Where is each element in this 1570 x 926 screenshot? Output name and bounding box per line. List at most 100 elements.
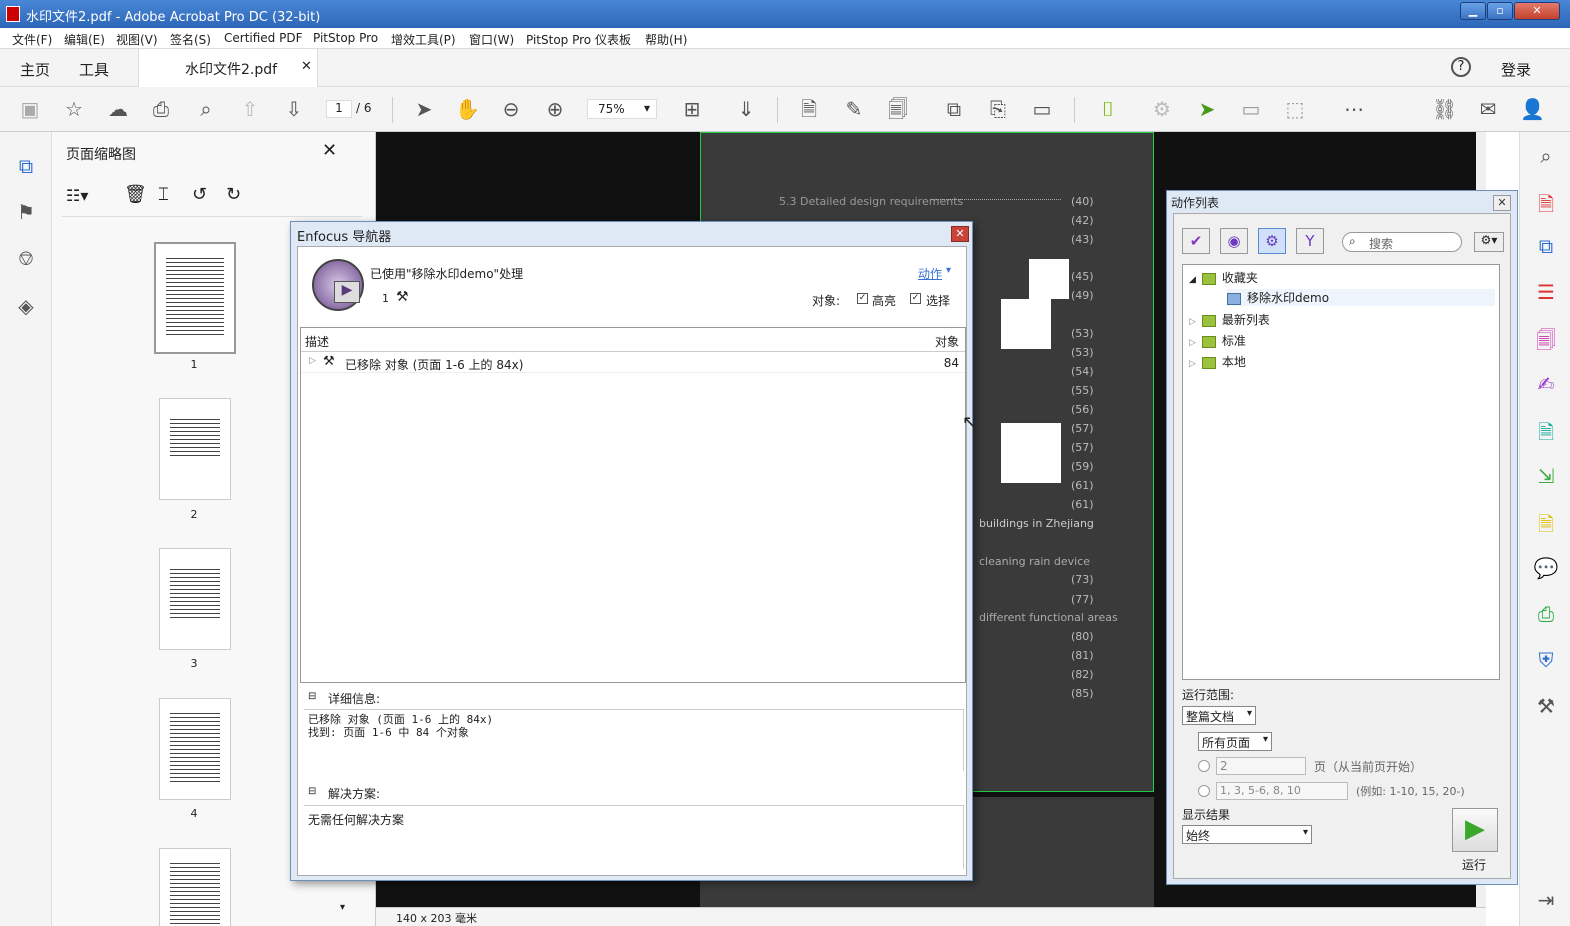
prev-page-icon[interactable]: ⇧ [238, 97, 262, 121]
menu-file[interactable]: 文件(F) [12, 31, 52, 48]
compress-icon[interactable]: ⇲ [1533, 464, 1559, 490]
collapse-pane-icon[interactable]: ⇥ [1533, 888, 1559, 914]
save-icon[interactable]: ▣ [18, 97, 42, 121]
crop-icon[interactable]: ⌶ [158, 184, 169, 205]
zoom-in-icon[interactable]: ⊕ [543, 97, 567, 121]
combine-files-icon[interactable]: ⧉ [1533, 234, 1559, 260]
page-thumbnail[interactable] [159, 398, 231, 500]
result-select[interactable]: 始终 [1182, 825, 1312, 844]
layers-icon[interactable]: ◈ [14, 294, 38, 318]
dialog-close-button[interactable]: ✕ [951, 226, 969, 242]
create-pdf-icon[interactable]: 🗎 [1533, 190, 1559, 216]
search-input[interactable]: ⌕ 搜索 [1342, 232, 1462, 252]
bookmarks-icon[interactable]: ⚑ [14, 200, 38, 224]
filter-icon[interactable]: Y [1296, 228, 1324, 254]
collapse-icon[interactable]: ⊟ [308, 691, 316, 702]
measure-icon[interactable]: ▭ [1030, 97, 1054, 121]
rotate-left-icon[interactable]: ↺ [192, 184, 207, 205]
page-fit-icon[interactable]: ⊞ [680, 97, 704, 121]
print-production-icon[interactable]: ⎘ [986, 97, 1010, 121]
email-icon[interactable]: ✉ [1476, 97, 1500, 121]
organize-pages-icon[interactable]: ☰ [1533, 280, 1559, 306]
dashed-rectangle-icon[interactable]: ⬚ [1283, 97, 1307, 121]
print-icon[interactable]: ⎙ [149, 97, 173, 121]
menu-pitstop-dashboard[interactable]: PitStop Pro 仪表板 [526, 31, 631, 48]
page-thumbnail[interactable] [159, 548, 231, 650]
protect-icon[interactable]: ⛨ [1533, 648, 1559, 674]
page-count-input[interactable]: 2 [1216, 757, 1306, 775]
upload-cloud-icon[interactable]: ☁ [106, 97, 130, 121]
export-pdf-icon[interactable]: 🗎 [1533, 418, 1559, 444]
expand-icon[interactable]: ▷ [309, 356, 316, 366]
table-row[interactable]: ▷ ⚒ 已移除 对象 (页面 1-6 上的 84x) 84 [301, 353, 965, 373]
page-range-radio[interactable] [1198, 785, 1210, 797]
pitstop-settings-icon[interactable]: ⚙ [1150, 97, 1174, 121]
page-number-input[interactable]: 1 [326, 100, 352, 118]
search-icon[interactable]: ⌕ [1533, 144, 1559, 170]
settings-menu-icon[interactable]: ⚙▾ [1474, 232, 1504, 252]
maximize-button[interactable]: ▫ [1487, 2, 1513, 20]
tree-folder-local[interactable]: ▷ 本地 [1189, 353, 1246, 370]
menu-view[interactable]: 视图(V) [116, 31, 158, 48]
scroll-down-icon[interactable]: ▾ [340, 902, 345, 913]
options-icon[interactable]: ☷▾ [66, 186, 88, 205]
close-tab-icon[interactable]: ✕ [301, 59, 312, 74]
menu-pitstop-pro[interactable]: PitStop Pro [313, 31, 378, 45]
menu-certified-pdf[interactable]: Certified PDF [224, 31, 303, 45]
tab-document[interactable]: 水印文件2.pdf ✕ [138, 49, 318, 87]
export-pdf-icon[interactable]: 🗐 [886, 97, 910, 121]
tab-tools[interactable]: 工具 [79, 59, 109, 80]
search-icon[interactable]: ⌕ [194, 97, 218, 121]
scope-select[interactable]: 整篇文档 [1182, 706, 1256, 725]
tree-folder-recent[interactable]: ▷ 最新列表 [1189, 311, 1270, 328]
gear-icon[interactable]: ⚙ [1258, 228, 1286, 254]
menu-edit[interactable]: 编辑(E) [64, 31, 105, 48]
tree-item-remove-watermark[interactable]: 移除水印demo [1227, 289, 1495, 306]
scroll-mode-icon[interactable]: ⇓ [734, 97, 758, 121]
fill-sign-icon[interactable]: ✍ [1533, 372, 1559, 398]
tree-folder-favorites[interactable]: ◢ 收藏夹 [1189, 269, 1258, 286]
send-review-icon[interactable]: 🗎 [1533, 510, 1559, 536]
next-page-icon[interactable]: ⇩ [282, 97, 306, 121]
organize-pages-icon[interactable]: ⧉ [942, 97, 966, 121]
select-pointer-icon[interactable]: ➤ [412, 97, 436, 121]
attachments-icon[interactable]: ⎊ [14, 246, 38, 270]
create-pdf-icon[interactable]: 🗎 [797, 97, 821, 121]
comment-icon[interactable]: 💬 [1533, 556, 1559, 582]
more-icon[interactable]: ⋯ [1342, 97, 1366, 121]
rectangle-icon[interactable]: ▭ [1239, 97, 1263, 121]
hand-tool-icon[interactable]: ✋ [455, 97, 480, 121]
tree-folder-standard[interactable]: ▷ 标准 [1189, 332, 1246, 349]
select-checkbox[interactable]: ✓ [910, 293, 921, 304]
edit-pdf-icon[interactable]: ✎ [842, 97, 866, 121]
highlight-checkbox[interactable]: ✓ [857, 293, 868, 304]
close-panel-icon[interactable]: ✕ [322, 140, 337, 161]
page-thumbnail[interactable] [159, 848, 231, 926]
print-production-icon[interactable]: ⎙ [1533, 602, 1559, 628]
help-icon[interactable]: ? [1451, 57, 1471, 77]
rotate-right-icon[interactable]: ↻ [226, 184, 241, 205]
pitstop-select-icon[interactable]: ➤ [1195, 97, 1219, 121]
menu-help[interactable]: 帮助(H) [645, 31, 687, 48]
run-button[interactable]: ▶ [1452, 808, 1498, 852]
delete-icon[interactable]: 🗑 [124, 184, 147, 205]
globe-icon[interactable]: ◉ [1220, 228, 1248, 254]
share-link-icon[interactable]: ⛓ [1432, 97, 1457, 121]
action-link[interactable]: 动作 [918, 265, 942, 282]
collapse-icon[interactable]: ⊟ [308, 786, 316, 797]
menu-window[interactable]: 窗口(W) [469, 31, 514, 48]
close-button[interactable]: ✕ [1514, 2, 1560, 20]
tab-home[interactable]: 主页 [20, 59, 50, 80]
page-thumbnail[interactable] [154, 242, 236, 354]
page-range-input[interactable]: 1, 3, 5-6, 8, 10 [1216, 782, 1348, 800]
menu-plugins[interactable]: 增效工具(P) [391, 31, 456, 48]
pitstop-edit-icon[interactable]: ⌷ [1096, 97, 1120, 121]
page-thumbnail[interactable] [159, 698, 231, 800]
menu-sign[interactable]: 签名(S) [170, 31, 211, 48]
add-user-icon[interactable]: 👤 [1520, 97, 1545, 121]
page-count-radio[interactable] [1198, 760, 1210, 772]
zoom-out-icon[interactable]: ⊖ [499, 97, 523, 121]
zoom-select[interactable]: 75% ▾ [587, 99, 657, 119]
page-thumbnails-icon[interactable]: ⧉ [14, 154, 38, 178]
bookmark-star-icon[interactable]: ☆ [62, 97, 86, 121]
